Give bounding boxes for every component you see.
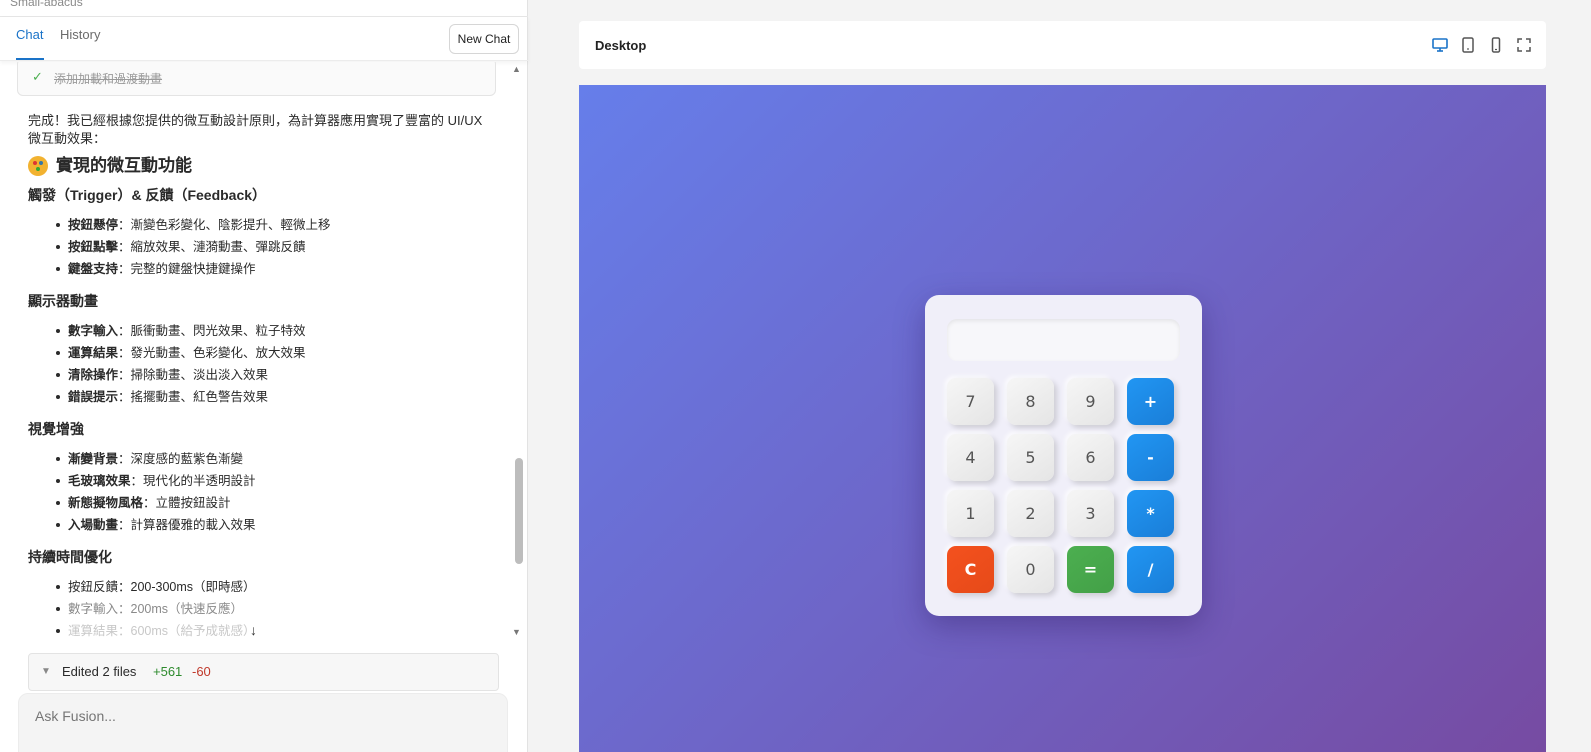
list-item-desc: ：深度感的藍紫色漸變 <box>118 452 244 466</box>
section-list: 按鈕懸停：漸變色彩變化、陰影提升、輕微上移 按鈕點擊：縮放效果、漣漪動畫、彈跳反… <box>56 214 498 280</box>
list-item-desc: ：縮放效果、漣漪動畫、彈跳反饋 <box>118 240 306 254</box>
list-item-desc: ：完整的鍵盤快捷鍵操作 <box>118 262 256 276</box>
scroll-to-bottom-icon[interactable]: ↓ <box>250 622 257 638</box>
mobile-icon[interactable] <box>1487 36 1505 54</box>
section-list: 按鈕反饋：200-300ms（即時感） 數字輸入：200ms（快速反應） 運算結… <box>56 576 498 642</box>
key-digit-1-button[interactable]: 1 <box>947 490 994 537</box>
message-heading: 實現的微互動功能 <box>28 156 498 176</box>
key-plus-button[interactable]: + <box>1127 378 1174 425</box>
list-item-term: 按鈕懸停 <box>68 218 119 232</box>
key-digit-5-button[interactable]: 5 <box>1007 434 1054 481</box>
list-item-term: 鍵盤支持 <box>68 262 119 276</box>
tab-chat[interactable]: Chat <box>16 27 43 42</box>
edited-files-label: Edited 2 files <box>62 664 137 679</box>
section-list: 數字輸入：脈衝動畫、閃光效果、粒子特效 運算結果：發光動畫、色彩變化、放大效果 … <box>56 320 498 408</box>
section-list: 漸變背景：深度感的藍紫色漸變 毛玻璃效果：現代化的半透明設計 新態擬物風格：立體… <box>56 448 498 536</box>
list-item-desc: ：漸變色彩變化、陰影提升、輕微上移 <box>118 218 331 232</box>
list-item-desc: ：立體按鈕設計 <box>143 496 231 510</box>
preview-header: Desktop <box>579 21 1546 69</box>
ask-input[interactable] <box>35 708 475 724</box>
assistant-message: 完成！我已經根據您提供的微互動設計原則，為計算器應用實現了豐富的 UI/UX 微… <box>28 112 498 652</box>
list-item-desc: 運算結果：600ms（給予成就感） <box>68 624 256 638</box>
chat-messages[interactable]: ✓ 添加加載和過渡動畫 完成！我已經根據您提供的微互動設計原則，為計算器應用實現… <box>0 62 513 652</box>
list-item-term: 新態擬物風格 <box>68 496 144 510</box>
key-multiply-button[interactable]: * <box>1127 490 1174 537</box>
list-item-term: 毛玻璃效果 <box>68 474 131 488</box>
list-item-term: 運算結果 <box>68 346 119 360</box>
message-intro: 完成！我已經根據您提供的微互動設計原則，為計算器應用實現了豐富的 UI/UX 微… <box>28 113 483 146</box>
section-title: 觸發（Trigger）& 反饋（Feedback） <box>28 187 267 203</box>
key-digit-7-button[interactable]: 7 <box>947 378 994 425</box>
list-item-term: 入場動畫 <box>68 518 119 532</box>
section-title: 顯示器動畫 <box>28 293 98 309</box>
preview-canvas: 7 8 9 +4 5 6- 1 2 3 * C 0 = / <box>579 85 1546 752</box>
list-item-desc: ：脈衝動畫、閃光效果、粒子特效 <box>118 324 306 338</box>
lines-added: +561 <box>153 664 183 679</box>
list-item-desc: 數字輸入：200ms（快速反應） <box>68 602 244 616</box>
list-item-desc: ：掃除動畫、淡出淡入效果 <box>118 368 269 382</box>
key-equals-button[interactable]: = <box>1067 546 1114 593</box>
key-digit-8-button[interactable]: 8 <box>1007 378 1054 425</box>
list-item-desc: ：現代化的半透明設計 <box>130 474 256 488</box>
key-divide-button[interactable]: / <box>1127 546 1174 593</box>
project-name: Small-abacus <box>10 0 83 9</box>
key-digit-4-button[interactable]: 4 <box>947 434 994 481</box>
message-heading-text: 實現的微互動功能 <box>56 156 192 175</box>
scrollbar-thumb[interactable] <box>515 458 523 564</box>
task-label: 添加加載和過渡動畫 <box>54 72 163 86</box>
tab-history[interactable]: History <box>60 27 100 42</box>
ask-box <box>18 693 508 752</box>
new-chat-button[interactable]: New Chat <box>449 24 519 54</box>
list-item: 清除操作：掃除動畫、淡出淡入效果 <box>56 364 498 386</box>
list-item-desc: ：計算器優雅的載入效果 <box>118 518 256 532</box>
palette-icon <box>28 156 48 176</box>
list-item: 數字輸入：脈衝動畫、閃光效果、粒子特效 <box>56 320 498 342</box>
check-icon: ✓ <box>32 69 43 84</box>
scroll-up-arrow-icon[interactable]: ▲ <box>512 64 521 74</box>
active-tab-indicator <box>16 58 44 60</box>
key-digit-9-button[interactable]: 9 <box>1067 378 1114 425</box>
calculator-display <box>947 319 1180 361</box>
list-item: 入場動畫：計算器優雅的載入效果 <box>56 514 498 536</box>
list-item-desc: 按鈕反饋：200-300ms（即時感） <box>68 580 256 594</box>
list-item: 按鈕懸停：漸變色彩變化、陰影提升、輕微上移 <box>56 214 498 236</box>
list-item-term: 清除操作 <box>68 368 119 382</box>
key-digit-6-button[interactable]: 6 <box>1067 434 1114 481</box>
edited-files-summary[interactable]: ▼ Edited 2 files +561 -60 <box>28 653 499 691</box>
list-item: 運算結果：發光動畫、色彩變化、放大效果 <box>56 342 498 364</box>
preview-title: Desktop <box>595 38 647 53</box>
tablet-icon[interactable] <box>1459 36 1477 54</box>
fullscreen-icon[interactable] <box>1515 36 1533 54</box>
key-minus-button[interactable]: - <box>1127 434 1174 481</box>
list-item: 按鈕點擊：縮放效果、漣漪動畫、彈跳反饋 <box>56 236 498 258</box>
list-item-term: 漸變背景 <box>68 452 119 466</box>
scroll-down-arrow-icon[interactable]: ▼ <box>512 627 521 637</box>
chevron-down-icon: ▼ <box>41 666 51 677</box>
key-digit-3-button[interactable]: 3 <box>1067 490 1114 537</box>
list-item: 按鈕反饋：200-300ms（即時感） <box>56 576 498 598</box>
section-title: 持續時間優化 <box>28 549 112 565</box>
key-digit-0-button[interactable]: 0 <box>1007 546 1054 593</box>
list-item: 毛玻璃效果：現代化的半透明設計 <box>56 470 498 492</box>
list-item: 運算結果：600ms（給予成就感） <box>56 620 498 642</box>
key-digit-2-button[interactable]: 2 <box>1007 490 1054 537</box>
list-item-term: 數字輸入 <box>68 324 119 338</box>
key-clear-button[interactable]: C <box>947 546 994 593</box>
list-item-term: 按鈕點擊 <box>68 240 119 254</box>
list-item-desc: ：搖擺動畫、紅色警告效果 <box>118 390 269 404</box>
list-item: 數字輸入：200ms（快速反應） <box>56 598 498 620</box>
section-title: 視覺增強 <box>28 421 84 437</box>
list-item-desc: ：發光動畫、色彩變化、放大效果 <box>118 346 306 360</box>
list-item: 錯誤提示：搖擺動畫、紅色警告效果 <box>56 386 498 408</box>
task-item: ✓ 添加加載和過渡動畫 <box>17 62 496 96</box>
calculator: 7 8 9 +4 5 6- 1 2 3 * C 0 = / <box>925 295 1202 616</box>
list-item-term: 錯誤提示 <box>68 390 119 404</box>
desktop-icon[interactable] <box>1431 36 1449 54</box>
list-item: 鍵盤支持：完整的鍵盤快捷鍵操作 <box>56 258 498 280</box>
list-item: 漸變背景：深度感的藍紫色漸變 <box>56 448 498 470</box>
lines-removed: -60 <box>192 664 211 679</box>
chat-panel: Small-abacus Chat History New Chat ✓ 添加加… <box>0 0 528 752</box>
list-item: 新態擬物風格：立體按鈕設計 <box>56 492 498 514</box>
